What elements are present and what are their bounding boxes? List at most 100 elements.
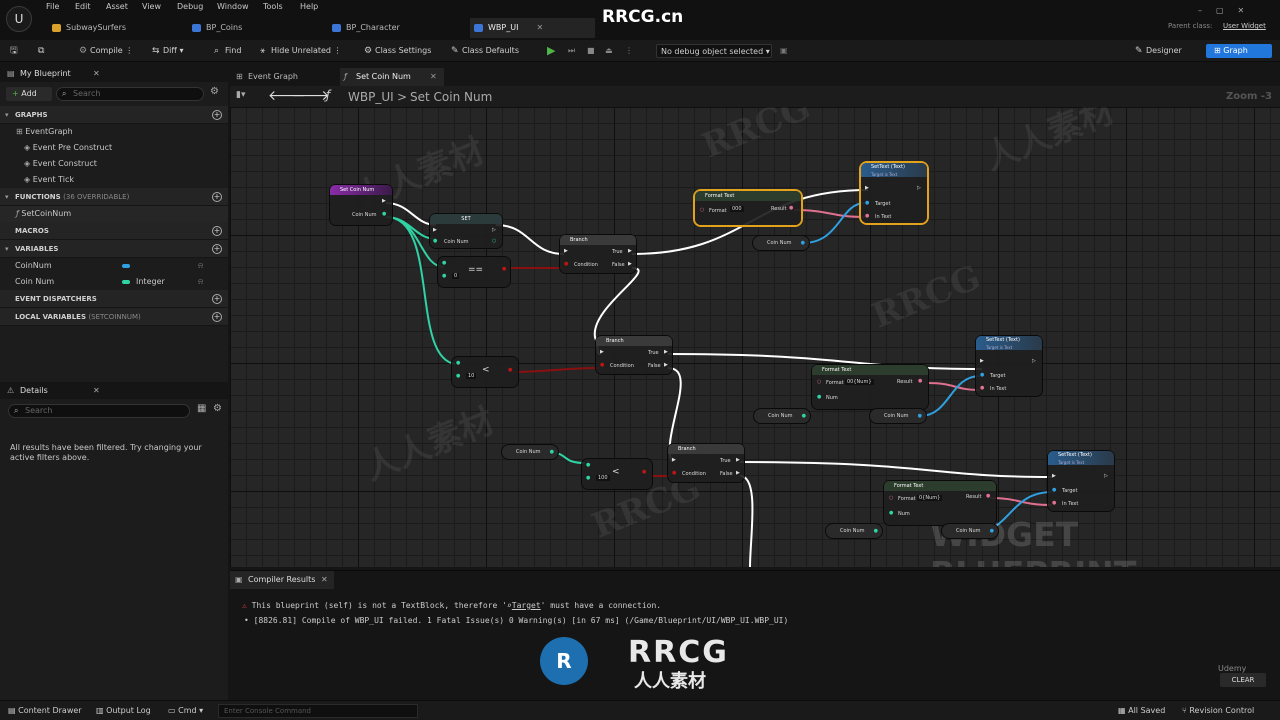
window-controls[interactable]: –▢✕ bbox=[1198, 6, 1258, 15]
branch-node[interactable]: Branch ▶ True ▶ ● Condition False ▶ bbox=[668, 444, 744, 482]
event-dispatchers-section[interactable]: EVENT DISPATCHERS + bbox=[0, 290, 228, 308]
exec-pin-icon[interactable]: ▶ bbox=[628, 261, 632, 267]
local-variables-section[interactable]: LOCAL VARIABLES (SETCOINNUM) + bbox=[0, 308, 228, 326]
bool-pin-icon[interactable]: ● bbox=[642, 469, 646, 475]
graph-item-pre-construct[interactable]: ◈ Event Pre Construct bbox=[0, 140, 228, 156]
add-dispatcher-icon[interactable]: + bbox=[212, 294, 222, 304]
text-pin-icon[interactable]: ○ bbox=[889, 495, 893, 501]
browse-icon[interactable]: ⧉ bbox=[38, 44, 49, 58]
add-macro-icon[interactable]: + bbox=[212, 226, 222, 236]
designer-button[interactable]: ✎ Designer bbox=[1135, 44, 1182, 58]
object-pin-icon[interactable]: ● bbox=[865, 200, 869, 206]
object-pin-icon[interactable]: ● bbox=[1052, 487, 1056, 493]
play-icon[interactable]: ▶ bbox=[547, 44, 555, 58]
integer-pin-icon[interactable]: ● bbox=[918, 409, 922, 423]
breadcrumb-root[interactable]: WBP_UI bbox=[348, 90, 394, 104]
tab-wbp-ui[interactable]: WBP_UI ✕ bbox=[470, 18, 595, 38]
coin-num-getter[interactable]: Coin Num ● bbox=[826, 524, 882, 538]
error-row[interactable]: ⚠ This blueprint (self) is not a TextBlo… bbox=[242, 601, 661, 610]
add-function-icon[interactable]: + bbox=[212, 192, 222, 202]
integer-pin-icon[interactable]: ● bbox=[990, 524, 994, 538]
text-pin-icon[interactable]: ● bbox=[865, 213, 869, 219]
stop-icon[interactable]: ■ bbox=[587, 44, 595, 58]
bool-pin-icon[interactable]: ● bbox=[564, 261, 568, 267]
menu-help[interactable]: Help bbox=[300, 2, 318, 11]
grid-view-icon[interactable]: ▦ bbox=[197, 403, 206, 414]
less-than-node[interactable]: ● < ● 100 ● bbox=[582, 459, 652, 489]
exec-pin-icon[interactable]: ▶ bbox=[600, 349, 604, 355]
tab-bp-coins[interactable]: BP_Coins bbox=[188, 18, 328, 38]
save-icon[interactable]: 🖫 bbox=[10, 44, 21, 58]
forward-arrow-icon[interactable]: 🡒 bbox=[292, 87, 330, 104]
format-value[interactable]: 0{Num} bbox=[917, 495, 943, 501]
exec-pin-icon[interactable]: ▶ bbox=[672, 457, 676, 463]
graph-item-eventgraph[interactable]: ⊞ EventGraph bbox=[0, 124, 228, 140]
parent-class-link[interactable]: User Widget bbox=[1223, 22, 1266, 30]
coin-num-getter[interactable]: Coin Num ● bbox=[753, 236, 809, 250]
text-pin-icon[interactable]: ● bbox=[986, 493, 990, 499]
graph-item-construct[interactable]: ◈ Event Construct bbox=[0, 156, 228, 172]
all-saved-status[interactable]: ▦ All Saved bbox=[1118, 706, 1165, 715]
exec-pin-icon[interactable]: ▷ bbox=[1104, 473, 1108, 479]
add-button[interactable]: + Add bbox=[6, 87, 52, 101]
menu-window[interactable]: Window bbox=[217, 2, 249, 11]
add-graph-icon[interactable]: + bbox=[212, 110, 222, 120]
format-value[interactable]: 00{Num} bbox=[845, 379, 874, 385]
functions-section[interactable]: ▾ FUNCTIONS (36 OVERRIDABLE) + bbox=[0, 188, 228, 206]
error-link[interactable]: Target bbox=[512, 601, 541, 610]
default-value[interactable]: 100 bbox=[596, 475, 610, 481]
equal-node[interactable]: ● == ● 0 ● bbox=[438, 257, 510, 287]
variables-section[interactable]: ▾ VARIABLES + bbox=[0, 240, 228, 258]
graphs-section[interactable]: ▾ GRAPHS + bbox=[0, 106, 228, 124]
console-input[interactable]: Enter Console Command bbox=[218, 704, 418, 718]
exec-pin-icon[interactable]: ▷ bbox=[492, 227, 496, 233]
integer-pin-icon[interactable]: ● bbox=[433, 238, 437, 244]
blueprint-search-input[interactable]: ⌕ Search bbox=[56, 87, 204, 101]
menu-view[interactable]: View bbox=[142, 2, 161, 11]
text-pin-icon[interactable]: ○ bbox=[817, 379, 821, 385]
variable-item-coinnum[interactable]: CoinNum ⍾ bbox=[0, 258, 228, 274]
more-icon[interactable]: ⋮ bbox=[625, 44, 633, 58]
close-panel-icon[interactable]: ✕ bbox=[93, 383, 100, 399]
coin-num-getter[interactable]: Coin Num ● bbox=[942, 524, 998, 538]
text-pin-icon[interactable]: ● bbox=[789, 205, 793, 211]
exec-pin-icon[interactable]: ▶ bbox=[664, 349, 668, 355]
variable-item-coin-num[interactable]: Coin Num Integer ⍾ bbox=[0, 274, 228, 290]
exec-pin-icon[interactable]: ▶ bbox=[628, 248, 632, 254]
bookmark-icon[interactable]: ▮▾ bbox=[236, 90, 245, 100]
exec-pin-icon[interactable]: ▶ bbox=[736, 470, 740, 476]
bool-pin-icon[interactable]: ● bbox=[502, 266, 506, 272]
text-pin-icon[interactable]: ● bbox=[980, 385, 984, 391]
less-than-node[interactable]: ● < ● 10 ● bbox=[452, 357, 518, 387]
menu-file[interactable]: File bbox=[46, 2, 59, 11]
tab-subwaysurfers[interactable]: SubwaySurfers bbox=[48, 18, 188, 38]
exec-pin-icon[interactable]: ▶ bbox=[865, 185, 869, 191]
integer-pin-icon[interactable]: ● bbox=[802, 409, 806, 423]
exec-pin-icon[interactable]: ▷ bbox=[917, 185, 921, 191]
debug-object-dropdown[interactable]: No debug object selected ▾ bbox=[656, 44, 772, 58]
format-value[interactable]: 000 bbox=[730, 206, 744, 212]
close-tab-icon[interactable]: ✕ bbox=[321, 571, 328, 589]
integer-pin-icon[interactable]: ● bbox=[456, 360, 460, 366]
default-value[interactable]: 10 bbox=[466, 373, 477, 379]
integer-pin-icon[interactable]: ● bbox=[456, 373, 460, 379]
coin-num-getter[interactable]: Coin Num ● bbox=[502, 445, 558, 459]
content-drawer-button[interactable]: ▤ Content Drawer bbox=[8, 706, 82, 715]
find-button[interactable]: ⌕ Find bbox=[214, 44, 241, 58]
menu-asset[interactable]: Asset bbox=[106, 2, 128, 11]
class-settings-button[interactable]: ⚙ Class Settings bbox=[364, 44, 431, 58]
gear-icon[interactable]: ⚙ bbox=[210, 86, 219, 97]
integer-pin-icon[interactable]: ● bbox=[889, 510, 893, 516]
diff-button[interactable]: ⇆ Diff ▾ bbox=[152, 44, 183, 58]
compiler-results-tab[interactable]: ▣ Compiler Results ✕ bbox=[230, 571, 334, 589]
branch-node[interactable]: Branch ▶ True ▶ ● Condition False ▶ bbox=[560, 235, 636, 273]
settext-node[interactable]: SetText (Text) Target is Text ▶ ▷ ● Targe… bbox=[1048, 451, 1114, 511]
eject-icon[interactable]: ⏏ bbox=[605, 44, 613, 58]
integer-pin-icon[interactable]: ● bbox=[442, 273, 446, 279]
close-panel-icon[interactable]: ✕ bbox=[93, 66, 100, 82]
default-value[interactable]: 0 bbox=[452, 273, 460, 279]
bool-pin-icon[interactable]: ● bbox=[508, 367, 512, 373]
function-entry-node[interactable]: Set Coin Num ▶ Coin Num ● bbox=[330, 185, 392, 225]
text-pin-icon[interactable]: ● bbox=[918, 378, 922, 384]
object-pin-icon[interactable]: ● bbox=[980, 372, 984, 378]
